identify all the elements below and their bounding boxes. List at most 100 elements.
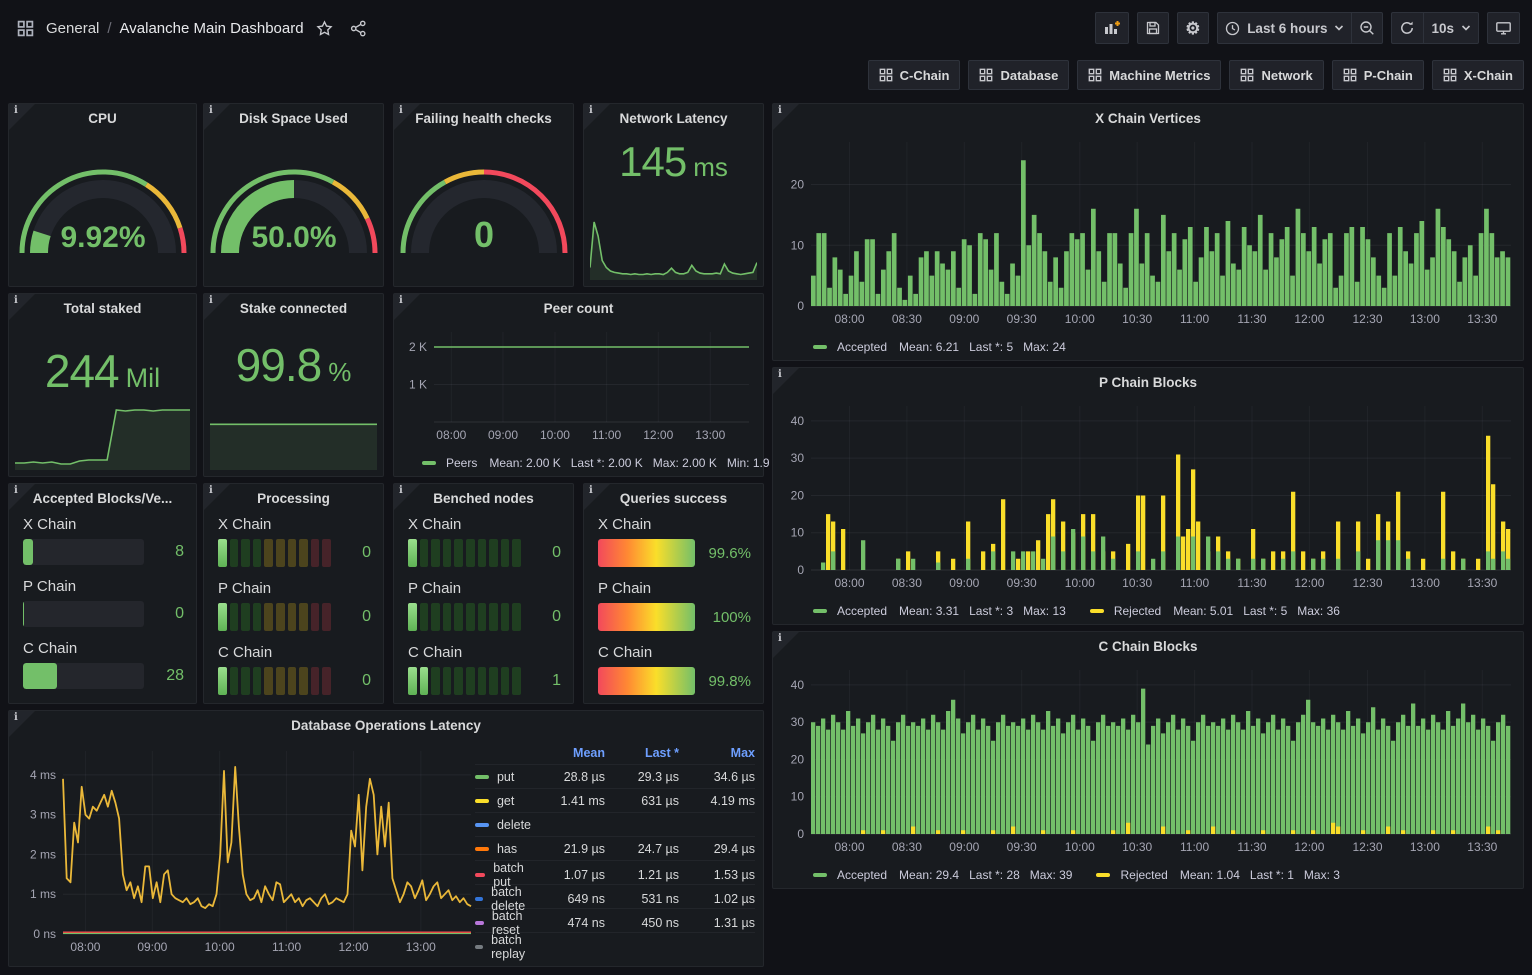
info-icon: i (778, 105, 782, 116)
panel-info-corner[interactable]: i (9, 294, 35, 320)
svg-text:12:30: 12:30 (1352, 576, 1382, 590)
dashboard-link-p-chain[interactable]: P-Chain (1332, 60, 1424, 90)
panel-title[interactable]: Database Operations Latency (9, 711, 763, 739)
panel-info-corner[interactable]: i (584, 104, 610, 130)
svg-text:09:30: 09:30 (1007, 840, 1037, 854)
panel-c-chain-blocks: i C Chain Blocks 08:0008:3009:0009:3010:… (772, 631, 1524, 889)
panel-info-corner[interactable]: i (394, 294, 420, 320)
svg-text:09:00: 09:00 (949, 312, 979, 326)
dashboard-link-x-chain[interactable]: X-Chain (1432, 60, 1524, 90)
series-chip[interactable] (813, 609, 827, 613)
panel-info-corner[interactable]: i (773, 104, 799, 130)
series-chip[interactable] (1096, 873, 1110, 877)
zoom-out-time-button[interactable] (1351, 12, 1383, 44)
star-icon[interactable] (312, 15, 338, 41)
panel-title[interactable]: Stake connected (204, 294, 383, 322)
dashboard-link-network[interactable]: Network (1229, 60, 1323, 90)
dashboard-link-machine-metrics[interactable]: Machine Metrics (1077, 60, 1221, 90)
panel-title[interactable]: P Chain Blocks (773, 368, 1523, 396)
add-panel-button[interactable] (1095, 12, 1129, 44)
panel-title[interactable]: Peer count (394, 294, 763, 322)
refresh-interval-picker[interactable]: 10s (1423, 12, 1479, 44)
tv-mode-button[interactable] (1487, 12, 1520, 44)
panel-title[interactable]: Disk Space Used (204, 104, 383, 132)
c-chain-blocks-chart[interactable]: 08:0008:3009:0009:3010:0010:3011:0011:30… (777, 660, 1517, 860)
svg-text:50.0%: 50.0% (251, 221, 336, 254)
chain-label: X Chain (598, 516, 751, 533)
series-label[interactable]: has (497, 842, 517, 856)
series-label[interactable]: get (497, 794, 514, 808)
svg-text:2 K: 2 K (409, 340, 427, 354)
series-label[interactable]: Accepted (837, 340, 887, 354)
series-label[interactable]: put (497, 770, 514, 784)
series-label[interactable]: Peers (446, 456, 477, 470)
series-chip[interactable] (475, 799, 489, 803)
page-title[interactable]: Avalanche Main Dashboard (120, 20, 304, 37)
dashboard-settings-button[interactable]: ⚙ (1177, 12, 1209, 44)
panel-title[interactable]: Network Latency (584, 104, 763, 132)
panel-title[interactable]: CPU (9, 104, 196, 132)
svg-text:30: 30 (791, 715, 805, 729)
legend-table-row: batch delete649 ns531 ns1.02 µs (475, 884, 755, 908)
chain-row: C Chain28 (23, 640, 184, 689)
svg-text:13:00: 13:00 (1410, 840, 1440, 854)
svg-text:13:00: 13:00 (1410, 312, 1440, 326)
panel-info-corner[interactable]: i (9, 711, 35, 737)
bar-gauge (23, 663, 144, 689)
panel-info-corner[interactable]: i (394, 484, 420, 510)
refresh-button[interactable] (1391, 12, 1423, 44)
series-label[interactable]: Accepted (837, 868, 887, 882)
x-chain-vertices-chart[interactable]: 08:0008:3009:0009:3010:0010:3011:0011:30… (777, 132, 1517, 332)
legend-table-row: get1.41 ms631 µs4.19 ms (475, 788, 755, 812)
series-chip[interactable] (813, 345, 827, 349)
series-chip[interactable] (475, 823, 489, 827)
p-chain-blocks-chart[interactable]: 08:0008:3009:0009:3010:0010:3011:0011:30… (777, 396, 1517, 596)
svg-text:08:30: 08:30 (892, 576, 922, 590)
panel-title[interactable]: Processing (204, 484, 383, 512)
series-label[interactable]: Rejected (1120, 868, 1167, 882)
gradient-gauge (598, 603, 695, 631)
dashboard-link-database[interactable]: Database (968, 60, 1069, 90)
panel-title[interactable]: Benched nodes (394, 484, 573, 512)
time-range-picker[interactable]: Last 6 hours (1217, 12, 1351, 44)
panel-title[interactable]: X Chain Vertices (773, 104, 1523, 132)
series-chip[interactable] (475, 775, 489, 779)
panel-p-chain-blocks: i P Chain Blocks 08:0008:3009:0009:3010:… (772, 367, 1524, 625)
panel-info-corner[interactable]: i (773, 368, 799, 394)
series-stats: Mean: 5.01 Last *: 5 Max: 36 (1173, 604, 1340, 618)
panel-title[interactable]: Accepted Blocks/Ve... (9, 484, 196, 512)
panel-info-corner[interactable]: i (204, 294, 230, 320)
panel-info-corner[interactable]: i (584, 484, 610, 510)
panel-info-corner[interactable]: i (394, 104, 420, 130)
apps-grid-icon[interactable] (12, 15, 38, 41)
panel-title[interactable]: Queries success (584, 484, 763, 512)
panel-info-corner[interactable]: i (204, 484, 230, 510)
dashboard-link-c-chain[interactable]: C-Chain (868, 60, 961, 90)
panel-title[interactable]: Failing health checks (394, 104, 573, 132)
series-chip[interactable] (813, 873, 827, 877)
svg-text:08:00: 08:00 (436, 428, 466, 442)
col-max[interactable]: Max (679, 746, 755, 760)
panel-title[interactable]: Total staked (9, 294, 196, 322)
series-chip[interactable] (1090, 609, 1104, 613)
peer-count-chart[interactable]: 08:0009:0010:0011:0012:0013:001 K2 K (398, 324, 757, 448)
breadcrumb-section[interactable]: General (46, 20, 99, 37)
col-mean[interactable]: Mean (531, 746, 605, 760)
col-last[interactable]: Last * (605, 746, 679, 760)
series-chip[interactable] (422, 461, 436, 465)
share-icon[interactable] (346, 15, 372, 41)
save-dashboard-button[interactable] (1137, 12, 1169, 44)
series-chip[interactable] (475, 847, 489, 851)
svg-text:11:00: 11:00 (1180, 576, 1209, 590)
series-label[interactable]: Rejected (1114, 604, 1161, 618)
panel-info-corner[interactable]: i (204, 104, 230, 130)
series-label[interactable]: Accepted (837, 604, 887, 618)
panel-info-corner[interactable]: i (773, 632, 799, 658)
panel-info-corner[interactable]: i (9, 104, 35, 130)
panel-title[interactable]: C Chain Blocks (773, 632, 1523, 660)
series-label[interactable]: delete (497, 818, 531, 832)
svg-text:10:00: 10:00 (1065, 576, 1095, 590)
dbops-chart[interactable]: 08:0009:0010:0011:0012:0013:000 ns1 ms2 … (15, 741, 469, 962)
series-label[interactable]: batch replay (491, 933, 531, 961)
panel-info-corner[interactable]: i (9, 484, 35, 510)
